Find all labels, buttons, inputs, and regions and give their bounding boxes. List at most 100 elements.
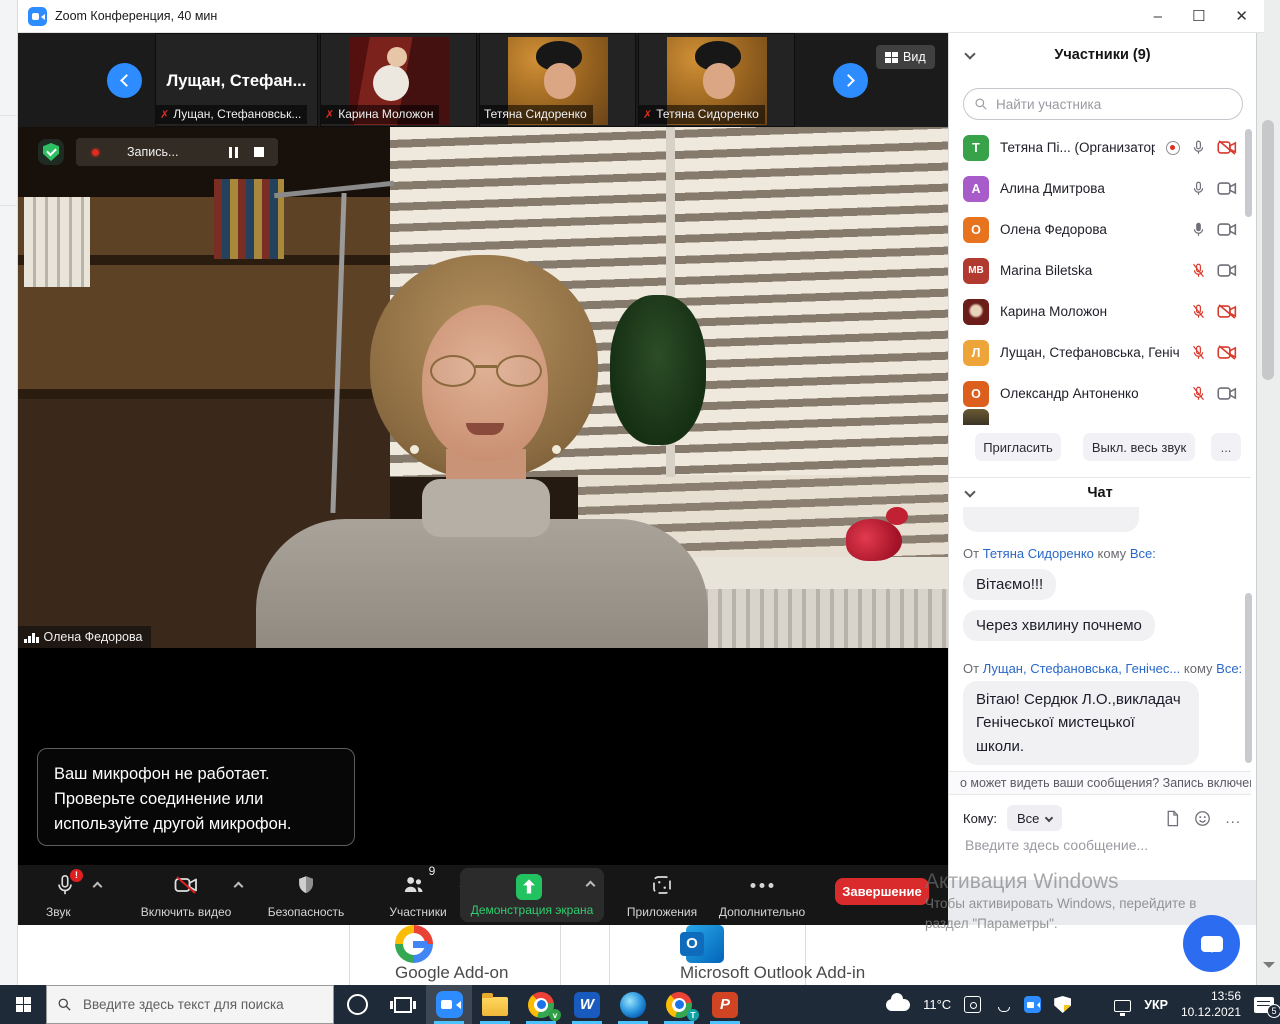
sender-link[interactable]: Тетяна Сидоренко xyxy=(983,546,1094,561)
mic-muted-icon xyxy=(1191,344,1206,361)
taskbar-search-input[interactable] xyxy=(81,996,311,1013)
main-video-area: Запись... Олена Федорова Ваш микрофон не… xyxy=(18,127,948,865)
video-tile[interactable]: Лущан, Стефан... ✗Лущан, Стефановськ... xyxy=(155,33,318,127)
filmstrip-next-button[interactable] xyxy=(833,63,868,98)
avatar xyxy=(963,299,989,325)
record-dot-icon xyxy=(90,147,101,158)
mute-all-button[interactable]: Выкл. весь звук xyxy=(1083,433,1195,461)
language-indicator[interactable]: УКР xyxy=(1144,998,1168,1012)
end-meeting-button[interactable]: Завершение xyxy=(835,878,929,905)
participant-row[interactable]: Т Тетяна Пі... (Организатор, я) xyxy=(949,127,1251,168)
participants-icon xyxy=(401,873,427,897)
network-icon[interactable] xyxy=(1114,1000,1131,1012)
plant xyxy=(610,295,706,445)
avatar: MB xyxy=(963,258,989,284)
zoom-tray-icon[interactable] xyxy=(1024,996,1041,1013)
from-word: От xyxy=(963,546,979,561)
screen-capture-icon[interactable] xyxy=(964,996,981,1013)
background-page-left-edge xyxy=(0,0,18,985)
participant-name: Карина Моложон xyxy=(1000,304,1180,319)
participant-name: Тетяна Пі... (Организатор, я) xyxy=(1000,140,1155,155)
from-word: От xyxy=(963,661,979,676)
action-center-icon[interactable]: 5 xyxy=(1254,997,1274,1013)
share-options-chevron[interactable] xyxy=(586,881,596,891)
scrollbar-thumb[interactable] xyxy=(1262,120,1274,380)
participant-row[interactable]: MB Marina Biletska xyxy=(949,250,1251,291)
defender-icon[interactable] xyxy=(1054,996,1071,1013)
browser-scrollbar[interactable] xyxy=(1256,0,1280,985)
video-tile[interactable]: ✗Карина Моложон xyxy=(320,33,477,127)
microphone-tray-icon[interactable] xyxy=(994,996,1011,1013)
active-speaker-video: Запись... Олена Федорова xyxy=(18,127,948,648)
participant-row[interactable]: О Олександр Антоненко xyxy=(949,373,1251,414)
emoji-icon[interactable] xyxy=(1194,810,1211,827)
to-word: кому xyxy=(1098,546,1127,561)
participant-search-input[interactable] xyxy=(994,96,1232,113)
maximize-button[interactable]: ☐ xyxy=(1192,9,1205,24)
view-button[interactable]: Вид xyxy=(876,45,935,69)
participant-row[interactable]: О Олена Федорова xyxy=(949,209,1251,250)
more-button[interactable]: Дополнительно xyxy=(714,865,810,925)
clock[interactable]: 13:56 10.12.2021 xyxy=(1181,989,1241,1020)
video-options-chevron[interactable] xyxy=(234,882,244,892)
scroll-down-arrow[interactable] xyxy=(1263,962,1275,974)
close-button[interactable]: ✕ xyxy=(1235,9,1248,24)
participants-more-button[interactable]: ... xyxy=(1211,433,1241,461)
participants-button[interactable]: 9 Участники xyxy=(366,865,470,925)
share-screen-button[interactable]: Демонстрация экрана xyxy=(460,868,604,922)
participants-scrollbar-thumb[interactable] xyxy=(1245,129,1252,217)
stop-recording-button[interactable] xyxy=(254,147,264,157)
apps-button[interactable]: Приложения xyxy=(614,865,710,925)
participant-row[interactable]: Карина Моложон xyxy=(949,291,1251,332)
invite-button[interactable]: Пригласить xyxy=(975,433,1061,461)
filmstrip-prev-button[interactable] xyxy=(107,63,142,98)
video-tile[interactable]: ✗Тетяна Сидоренко xyxy=(638,33,795,127)
recipient-link[interactable]: Все: xyxy=(1130,546,1156,561)
participant-row[interactable]: А Алина Дмитрова xyxy=(949,168,1251,209)
participant-row[interactable]: Л Лущан, Стефановська, Генічес... xyxy=(949,332,1251,373)
recipient-select[interactable]: Все xyxy=(1007,805,1062,831)
speaker-name-tag: Олена Федорова xyxy=(18,626,151,648)
share-screen-label: Демонстрация экрана xyxy=(460,903,604,917)
video-tile[interactable]: Тетяна Сидоренко xyxy=(479,33,636,127)
audio-error-badge: ! xyxy=(70,869,83,882)
temperature[interactable]: 11°C xyxy=(923,997,951,1012)
security-button[interactable]: Безопасность xyxy=(254,865,358,925)
chat-fab-button[interactable] xyxy=(1183,915,1240,972)
cortana-button[interactable] xyxy=(334,985,380,1024)
zoom-titlebar: Zoom Конференция, 40 мин – ☐ ✕ xyxy=(18,0,1264,33)
recipient-link[interactable]: Все: xyxy=(1216,661,1241,676)
pause-recording-button[interactable] xyxy=(229,147,238,158)
muted-mic-icon: ✗ xyxy=(325,108,334,121)
chat-more-icon[interactable]: ... xyxy=(1225,810,1241,827)
start-button[interactable] xyxy=(0,985,46,1024)
task-view-button[interactable] xyxy=(380,985,426,1024)
cortana-icon xyxy=(347,994,368,1015)
taskbar-chrome-app[interactable]: v xyxy=(518,985,564,1024)
taskbar-powerpoint-app[interactable]: P xyxy=(702,985,748,1024)
minimize-button[interactable]: – xyxy=(1154,9,1162,24)
taskbar-chrome2-app[interactable]: Т xyxy=(656,985,702,1024)
audio-button[interactable]: ! Звук xyxy=(32,865,104,925)
weather-icon[interactable] xyxy=(886,999,910,1011)
chat-bubble: Вітаю! Сердюк Л.О.,викладач Генічеської … xyxy=(963,681,1199,765)
encryption-shield-icon xyxy=(38,139,64,165)
volume-icon[interactable] xyxy=(1084,996,1101,1013)
attach-file-icon[interactable] xyxy=(1165,810,1180,827)
taskbar-word-app[interactable]: W xyxy=(564,985,610,1024)
chat-to-row: Кому: Все ... xyxy=(963,804,1241,832)
books xyxy=(24,197,90,287)
participant-name: Marina Biletska xyxy=(1000,263,1180,278)
participant-search[interactable] xyxy=(963,88,1243,120)
chat-message-input[interactable] xyxy=(963,836,1241,854)
chevron-left-icon xyxy=(120,74,133,87)
chat-scrollbar-thumb[interactable] xyxy=(1245,593,1252,763)
taskbar-search[interactable] xyxy=(46,985,334,1024)
taskbar-edge-app[interactable] xyxy=(610,985,656,1024)
audio-options-chevron[interactable] xyxy=(93,882,103,892)
taskbar-zoom-app[interactable] xyxy=(426,985,472,1024)
sender-link[interactable]: Лущан, Стефановська, Генічес... xyxy=(983,661,1181,676)
start-video-button[interactable]: Включить видео xyxy=(124,865,248,925)
taskbar-explorer-app[interactable] xyxy=(472,985,518,1024)
recording-label: Запись... xyxy=(127,145,229,159)
